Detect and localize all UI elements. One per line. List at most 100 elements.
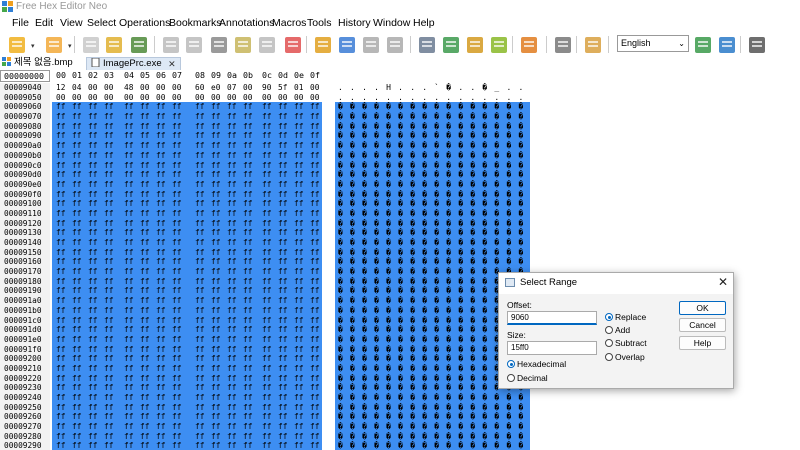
hex-byte[interactable]: ff (310, 335, 319, 345)
hex-byte[interactable]: ff (211, 267, 220, 277)
offset-field[interactable]: 9060 (507, 311, 597, 325)
new-document-icon[interactable] (6, 34, 28, 56)
ok-button[interactable]: OK (679, 301, 726, 315)
hex-byte[interactable]: ff (262, 441, 271, 450)
hex-byte[interactable]: ff (104, 383, 113, 393)
hex-byte[interactable]: ff (172, 383, 181, 393)
hex-byte[interactable]: ff (211, 190, 220, 200)
hex-byte[interactable]: 04 (72, 83, 81, 93)
hex-byte[interactable]: ff (278, 422, 287, 432)
hex-byte[interactable]: ff (172, 345, 181, 355)
hex-byte[interactable]: ff (294, 180, 303, 190)
hex-byte[interactable]: ff (211, 170, 220, 180)
hex-byte[interactable]: ff (140, 393, 149, 403)
hex-byte[interactable]: ff (195, 190, 204, 200)
save-all-icon[interactable] (128, 34, 150, 56)
hex-byte[interactable]: ff (140, 151, 149, 161)
hex-byte[interactable]: ff (104, 393, 113, 403)
menu-select[interactable]: Select (87, 16, 116, 30)
hex-byte[interactable]: ff (278, 267, 287, 277)
hex-row[interactable]: ff ff ff ff ff ff ff ff ff ff ff ff ff ff ff ff (52, 121, 322, 132)
hex-byte[interactable]: ff (211, 403, 220, 413)
hex-byte[interactable]: ff (140, 403, 149, 413)
hex-byte[interactable]: ff (310, 190, 319, 200)
hex-byte[interactable]: ff (294, 354, 303, 364)
hex-byte[interactable]: ff (310, 403, 319, 413)
hex-byte[interactable]: ff (72, 335, 81, 345)
hex-byte[interactable]: ff (72, 412, 81, 422)
hex-byte[interactable]: ff (172, 209, 181, 219)
hex-byte[interactable]: ff (72, 131, 81, 141)
hex-byte[interactable]: ff (195, 267, 204, 277)
hex-byte[interactable]: ff (56, 441, 65, 450)
hex-byte[interactable]: ff (243, 219, 252, 229)
radio-decimal[interactable]: Decimal (507, 373, 548, 383)
hex-byte[interactable]: ff (294, 422, 303, 432)
hex-byte[interactable]: ff (243, 412, 252, 422)
hex-byte[interactable]: ff (172, 316, 181, 326)
hex-byte[interactable]: ff (140, 122, 149, 132)
hex-byte[interactable]: ff (156, 354, 165, 364)
text-row[interactable]: . . . . H . . . ` � . . � _ . . (335, 83, 530, 93)
tab-imageprc-exe[interactable]: ImagePrc.exe ✕ (86, 57, 181, 70)
hex-byte[interactable]: ff (310, 248, 319, 258)
hex-byte[interactable]: ff (140, 306, 149, 316)
hex-byte[interactable]: ff (140, 335, 149, 345)
hex-byte[interactable]: ff (56, 403, 65, 413)
hex-bytes-area[interactable]: 12 04 00 00 48 00 00 00 60 e0 07 00 90 5f 01 00 00 00 00 00… (52, 83, 322, 450)
hex-byte[interactable]: ff (156, 238, 165, 248)
hex-byte[interactable]: ff (294, 141, 303, 151)
hex-byte[interactable]: ff (294, 112, 303, 122)
hex-byte[interactable]: ff (172, 170, 181, 180)
hex-byte[interactable]: ff (156, 345, 165, 355)
hex-byte[interactable]: ff (72, 345, 81, 355)
hex-byte[interactable]: ff (278, 393, 287, 403)
hex-byte[interactable]: ff (72, 112, 81, 122)
hex-byte[interactable]: ff (262, 190, 271, 200)
hex-byte[interactable]: ff (88, 170, 97, 180)
hex-byte[interactable]: ff (56, 219, 65, 229)
hex-byte[interactable]: ff (195, 345, 204, 355)
hex-byte[interactable]: ff (310, 296, 319, 306)
hex-byte[interactable]: ff (243, 354, 252, 364)
hex-byte[interactable]: ff (278, 286, 287, 296)
hex-byte[interactable]: ff (294, 306, 303, 316)
hex-byte[interactable]: ff (140, 267, 149, 277)
text-row[interactable]: � � � � � � � � � � � � � � � � (335, 112, 530, 122)
hex-byte[interactable]: ff (124, 170, 133, 180)
hex-byte[interactable]: ff (227, 190, 236, 200)
hex-byte[interactable]: ff (172, 199, 181, 209)
hex-byte[interactable]: ff (72, 151, 81, 161)
hex-byte[interactable]: ff (278, 199, 287, 209)
hex-byte[interactable]: ff (262, 374, 271, 384)
hex-byte[interactable]: ff (72, 286, 81, 296)
hex-byte[interactable]: ff (124, 228, 133, 238)
hex-byte[interactable]: ff (195, 170, 204, 180)
hex-row[interactable]: ff ff ff ff ff ff ff ff ff ff ff ff ff ff ff ff (52, 344, 322, 355)
hex-byte[interactable]: ff (88, 131, 97, 141)
hex-byte[interactable]: ff (227, 441, 236, 450)
hex-byte[interactable]: ff (227, 209, 236, 219)
hex-byte[interactable]: ff (294, 190, 303, 200)
hex-byte[interactable]: ff (88, 219, 97, 229)
hex-byte[interactable]: ff (294, 345, 303, 355)
hex-byte[interactable]: ff (156, 112, 165, 122)
hex-byte[interactable]: 00 (278, 93, 287, 103)
hex-byte[interactable]: ff (104, 141, 113, 151)
hex-byte[interactable]: ff (195, 316, 204, 326)
hex-byte[interactable]: ff (172, 422, 181, 432)
hex-byte[interactable]: ff (104, 219, 113, 229)
hex-byte[interactable]: ff (211, 345, 220, 355)
hex-byte[interactable]: ff (56, 422, 65, 432)
text-row[interactable]: � � � � � � � � � � � � � � � � (335, 160, 530, 171)
text-row[interactable]: � � � � � � � � � � � � � � � � (335, 189, 530, 200)
hex-row[interactable]: ff ff ff ff ff ff ff ff ff ff ff ff ff ff ff ff (52, 179, 322, 190)
hex-byte[interactable]: ff (227, 383, 236, 393)
hex-byte[interactable]: ff (278, 122, 287, 132)
hex-byte[interactable]: ff (278, 180, 287, 190)
hex-byte[interactable]: ff (104, 248, 113, 258)
hex-byte[interactable]: ff (211, 412, 220, 422)
hex-byte[interactable]: ff (72, 170, 81, 180)
hex-byte[interactable]: ff (88, 296, 97, 306)
hex-byte[interactable]: ff (156, 306, 165, 316)
